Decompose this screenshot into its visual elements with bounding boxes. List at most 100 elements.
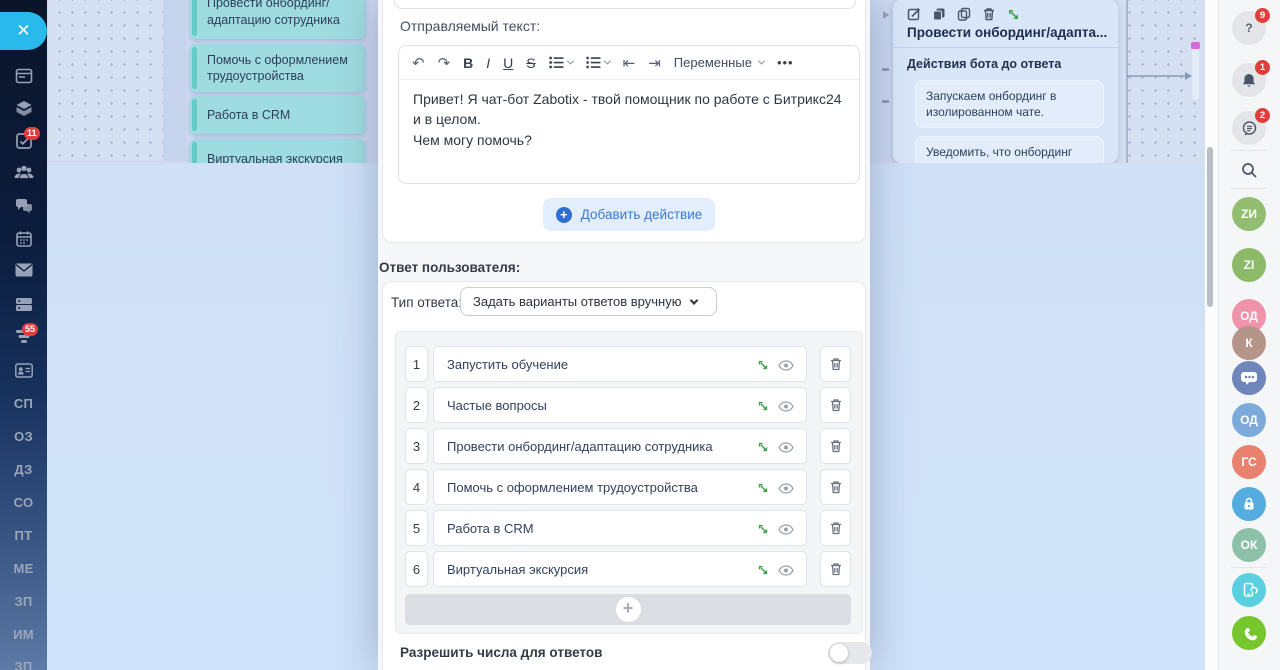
italic-button[interactable]: I (486, 55, 490, 71)
eye-icon[interactable] (778, 360, 794, 371)
delete-answer-button[interactable] (820, 469, 851, 505)
avatar[interactable]: К (1232, 326, 1266, 360)
numbered-list-button[interactable] (586, 56, 610, 69)
sidebar-item-oz[interactable]: ОЗ (0, 429, 47, 444)
message-section-card: Отправляемый текст: ↶ ↷ B I U S (382, 0, 866, 243)
node-action-item[interactable]: Запускаем онбординг в изолированном чате… (915, 80, 1104, 128)
bold-button[interactable]: B (463, 55, 473, 71)
sidebar-item-contacts[interactable] (0, 362, 47, 384)
strike-button[interactable]: S (526, 55, 535, 71)
sidebar-item-im[interactable]: ИМ (0, 627, 47, 642)
answer-node-onboarding[interactable]: Провести онбординг/ адаптацию сотрудника (190, 0, 365, 39)
eye-icon[interactable] (778, 401, 794, 412)
right-sidebar: ? 9 1 2 ZИ ZI ОД К ОД ГС ОК (1218, 0, 1280, 670)
node-action-item[interactable]: Уведомить, что онбординг запущен (915, 136, 1104, 163)
plus-icon: + (556, 207, 572, 223)
sidebar-close-button[interactable]: ✕ (0, 12, 47, 50)
answer-node-tour[interactable]: Виртуальная экскурсия (190, 139, 365, 163)
sidebar-item-so[interactable]: СО (0, 495, 47, 510)
rich-text-editor[interactable]: ↶ ↷ B I U S ⇤ ⇥ (398, 45, 860, 184)
delete-answer-button[interactable] (820, 551, 851, 587)
message-text[interactable]: Привет! Я чат-бот Zabotix - твой помощни… (399, 80, 859, 159)
eye-icon[interactable] (778, 483, 794, 494)
canvas-grid-left (48, 0, 163, 161)
avatar[interactable]: ZИ (1232, 197, 1266, 231)
notifications-badge: 1 (1255, 60, 1270, 75)
goto-icon[interactable] (757, 400, 769, 412)
sidebar-item-messenger[interactable] (0, 196, 47, 218)
sidebar-item-zp[interactable]: ЗП (0, 594, 47, 609)
copy-icon[interactable] (957, 7, 971, 21)
sidebar-item-employees[interactable] (0, 163, 47, 185)
answer-row[interactable]: Частые вопросы (433, 387, 807, 423)
answer-row[interactable]: Помочь с оформлением трудоустройства (433, 469, 807, 505)
flow-node-card[interactable]: Провести онбординг/адапта... Действия бо… (893, 0, 1118, 163)
sidebar-item-pt[interactable]: ПТ (0, 528, 47, 543)
goto-icon[interactable] (757, 359, 769, 371)
answer-node-employment[interactable]: Помочь с оформлением трудоустройства (190, 44, 365, 92)
undo-icon[interactable]: ↶ (412, 54, 425, 72)
delete-answer-button[interactable] (820, 428, 851, 464)
delete-answer-button[interactable] (820, 510, 851, 546)
redo-icon[interactable]: ↷ (438, 54, 451, 72)
avatar[interactable]: ОД (1232, 403, 1266, 437)
indent-icon[interactable]: ⇥ (648, 54, 661, 72)
previous-field-partial[interactable] (394, 0, 856, 9)
group-chat-avatar[interactable] (1232, 361, 1266, 395)
lock-avatar[interactable] (1232, 487, 1266, 521)
duplicate-icon[interactable] (932, 7, 946, 21)
avatar[interactable]: ГС (1232, 445, 1266, 479)
delete-answer-button[interactable] (820, 346, 851, 382)
sidebar-item-zp2[interactable]: ЗП (0, 659, 47, 670)
notifications-button[interactable]: 1 (1232, 63, 1266, 97)
messages-button[interactable]: 2 (1232, 111, 1266, 145)
sidebar-item-sp[interactable]: СП (0, 396, 47, 411)
sidebar-item-crm[interactable]: 55 (0, 328, 47, 350)
add-answer-button[interactable]: + (405, 594, 851, 625)
variables-dropdown[interactable]: Переменные (674, 55, 764, 70)
chevron-down-icon (690, 296, 698, 304)
goto-icon[interactable] (757, 441, 769, 453)
eye-icon[interactable] (778, 565, 794, 576)
delete-icon[interactable] (982, 7, 996, 21)
phone-button[interactable] (1232, 616, 1266, 650)
avatar[interactable]: ZI (1232, 248, 1266, 282)
sidebar-item-calendar[interactable] (0, 229, 47, 251)
search-button[interactable] (1232, 153, 1266, 187)
node-title[interactable]: Провести онбординг/адапта... (893, 25, 1118, 48)
outdent-icon[interactable]: ⇤ (623, 54, 636, 72)
more-options-button[interactable]: ••• (777, 55, 794, 70)
goto-icon[interactable] (1007, 8, 1020, 21)
mobile-connect-button[interactable] (1232, 573, 1266, 607)
goto-icon[interactable] (757, 523, 769, 535)
allow-numbers-toggle[interactable] (828, 642, 872, 664)
sidebar-item-feed[interactable] (0, 66, 47, 88)
sidebar-item-me[interactable]: МЕ (0, 561, 47, 576)
underline-button[interactable]: U (503, 55, 513, 71)
sidebar-item-drive[interactable] (0, 295, 47, 317)
goto-icon[interactable] (757, 482, 769, 494)
edit-icon[interactable] (907, 7, 921, 21)
sidebar-item-market[interactable] (0, 99, 47, 121)
bullet-list-button[interactable] (549, 56, 573, 69)
eye-icon[interactable] (778, 442, 794, 453)
flow-line-vertical (1126, 0, 1128, 163)
sidebar-item-mail[interactable] (0, 262, 47, 284)
goto-icon[interactable] (757, 564, 769, 576)
help-button[interactable]: ? 9 (1232, 11, 1266, 45)
answer-row[interactable]: Работа в CRM (433, 510, 807, 546)
answer-number: 3 (405, 428, 428, 464)
add-action-button[interactable]: + Добавить действие (543, 198, 715, 231)
eye-icon[interactable] (778, 524, 794, 535)
avatar[interactable]: ОК (1232, 528, 1266, 562)
sidebar-item-dz[interactable]: ДЗ (0, 462, 47, 477)
sidebar-item-tasks[interactable]: 11 (0, 131, 47, 153)
vertical-scrollbar[interactable] (1207, 147, 1213, 307)
answer-node-crm[interactable]: Работа в CRM (190, 96, 365, 134)
answer-type-dropdown[interactable]: Задать варианты ответов вручную (460, 287, 717, 316)
answer-row[interactable]: Виртуальная экскурсия (433, 551, 807, 587)
delete-answer-button[interactable] (820, 387, 851, 423)
answer-row[interactable]: Провести онбординг/адаптацию сотрудника (433, 428, 807, 464)
tasks-badge: 11 (24, 127, 40, 140)
answer-row[interactable]: Запустить обучение (433, 346, 807, 382)
